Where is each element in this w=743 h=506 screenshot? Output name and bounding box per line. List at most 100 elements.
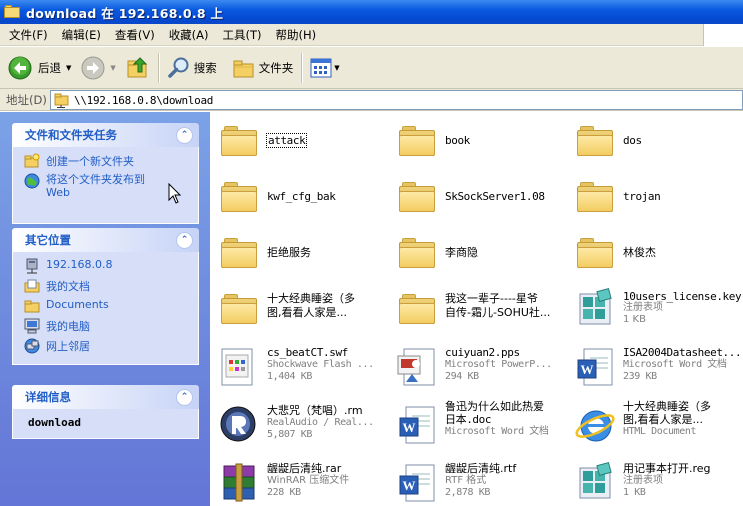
file-type: Microsoft PowerP... (445, 359, 552, 370)
menu-favorites[interactable]: 收藏(A) (162, 25, 216, 45)
folders-button[interactable]: 文件夹 (222, 51, 299, 85)
other-places-panel: 其它位置 ⌃ 192.168.0.8 我的文档 Documents 我的电脑 网… (12, 228, 199, 365)
file-name: book (445, 134, 470, 147)
views-button[interactable]: ▼ (305, 51, 344, 85)
file-name: 大悲咒（梵唱）.rm (267, 404, 363, 417)
registry-file-icon (574, 462, 616, 504)
chevron-down-icon[interactable]: ▼ (66, 64, 71, 72)
file-item[interactable]: 大悲咒（梵唱）.rm RealAudio / Real... 5,807 KB (210, 396, 388, 448)
folder-icon (396, 120, 438, 162)
svg-text:W: W (403, 478, 416, 493)
file-item[interactable]: 十大经典睡姿（多 图,看看人家是... (210, 280, 388, 332)
windows-logo-area (703, 24, 743, 46)
publish-web-task[interactable]: 将这个文件夹发布到 Web (24, 173, 190, 203)
collapse-icon[interactable]: ⌃ (176, 388, 193, 406)
search-label: 搜索 (193, 60, 217, 75)
up-folder-icon (127, 56, 147, 77)
place-network[interactable]: 网上邻居 (24, 338, 190, 358)
forward-button[interactable]: ▼ (76, 51, 120, 85)
folder-icon (396, 288, 438, 330)
task-label: 将这个文件夹发布到 (46, 173, 145, 186)
file-item[interactable]: 林俊杰 (566, 224, 743, 276)
file-item[interactable]: trojan (566, 168, 743, 220)
menu-tools[interactable]: 工具(T) (216, 25, 269, 45)
search-button[interactable]: 搜索 (162, 51, 222, 85)
place-my-computer[interactable]: 我的电脑 (24, 318, 190, 338)
file-item[interactable]: cuiyuan2.pps Microsoft PowerP... 294 KB (388, 338, 566, 390)
toolbar: 后退 ▼ ▼ 搜索 文件夹 ▼ (0, 47, 743, 89)
file-item[interactable]: W 龌龊后清纯.rtf RTF 格式 2,878 KB (388, 454, 566, 506)
folder-icon (396, 232, 438, 274)
folder-icon (574, 120, 616, 162)
file-name: kwf_cfg_bak (267, 190, 336, 203)
file-item[interactable]: book (388, 112, 566, 164)
folders-icon (233, 60, 254, 77)
svg-text:W: W (581, 362, 594, 377)
address-field[interactable]: \\192.168.0.8\download (50, 90, 743, 110)
panel-title: 详细信息 (25, 390, 71, 404)
title-bar: download 在 192.168.0.8 上 (0, 0, 743, 24)
network-drive-icon (26, 258, 38, 274)
file-name-line2: 日本.doc (445, 413, 492, 426)
collapse-icon[interactable]: ⌃ (176, 231, 193, 249)
place-server[interactable]: 192.168.0.8 (24, 258, 190, 278)
file-type: Microsoft Word 文档 (623, 359, 727, 370)
winrar-file-icon (218, 462, 260, 504)
chevron-down-icon[interactable]: ▼ (110, 64, 115, 72)
file-item[interactable]: 李商隐 (388, 224, 566, 276)
task-label: 创建一个新文件夹 (46, 155, 134, 168)
place-documents[interactable]: Documents (24, 298, 190, 318)
file-item[interactable]: 用记事本打开.reg 注册表项 1 KB (566, 454, 743, 506)
place-my-documents[interactable]: 我的文档 (24, 278, 190, 298)
task-label-line2: Web (46, 186, 70, 199)
flash-file-icon (218, 346, 260, 388)
file-item[interactable]: 10users_license.key 注册表项 1 KB (566, 280, 743, 332)
file-item[interactable]: W ISA2004Datasheet... Microsoft Word 文档 … (566, 338, 743, 390)
registry-file-icon (574, 288, 616, 330)
rtf-file-icon: W (396, 462, 438, 504)
file-item[interactable]: dos (566, 112, 743, 164)
panel-header[interactable]: 详细信息 ⌃ (12, 385, 199, 409)
folder-icon (4, 5, 20, 19)
menu-view[interactable]: 查看(V) (108, 25, 162, 45)
file-size: 5,807 KB (267, 429, 312, 440)
file-name-line2: 图,看看人家是... (623, 413, 703, 426)
network-folder-icon (54, 93, 69, 108)
file-type: Shockwave Flash ... (267, 359, 374, 370)
back-button[interactable]: 后退 ▼ (0, 51, 76, 85)
file-item[interactable]: 拒绝服务 (210, 224, 388, 276)
file-item[interactable]: kwf_cfg_bak (210, 168, 388, 220)
file-name-line2: 自传-霜儿-SOHU社... (445, 306, 551, 319)
address-label: 地址(D) (6, 92, 47, 107)
file-name: cs_beatCT.swf (267, 346, 348, 359)
file-name: 龌龊后清纯.rtf (445, 462, 517, 475)
file-name: 十大经典睡姿（多 (623, 400, 711, 413)
file-item[interactable]: cs_beatCT.swf Shockwave Flash ... 1,404 … (210, 338, 388, 390)
address-bar: 地址(D) \\192.168.0.8\download (0, 89, 743, 111)
menu-help[interactable]: 帮助(H) (269, 25, 324, 45)
file-item[interactable]: 龌龊后清纯.rar WinRAR 压缩文件 228 KB (210, 454, 388, 506)
panel-header[interactable]: 其它位置 ⌃ (12, 228, 199, 252)
file-item[interactable]: attack (210, 112, 388, 164)
file-item[interactable]: 十大经典睡姿（多 图,看看人家是... HTML Document (566, 396, 743, 448)
file-name: SkSockServer1.08 (445, 190, 545, 203)
chevron-down-icon[interactable]: ▼ (334, 64, 339, 72)
file-size: 228 KB (267, 487, 301, 498)
toolbar-separator (301, 52, 303, 83)
up-folder-button[interactable] (121, 51, 155, 85)
file-name: dos (623, 134, 642, 147)
my-documents-icon (24, 279, 40, 293)
file-size: 2,878 KB (445, 487, 490, 498)
collapse-icon[interactable]: ⌃ (176, 126, 193, 144)
file-name: 鲁迅为什么如此热爱 (445, 400, 544, 413)
place-label: 192.168.0.8 (46, 258, 113, 271)
panel-header[interactable]: 文件和文件夹任务 ⌃ (12, 123, 199, 147)
file-item[interactable]: 我这一辈子----星爷 自传-霜儿-SOHU社... (388, 280, 566, 332)
menu-edit[interactable]: 编辑(E) (55, 25, 108, 45)
file-size: 1 KB (623, 487, 646, 498)
menu-file[interactable]: 文件(F) (0, 25, 55, 45)
file-item[interactable]: W 鲁迅为什么如此热爱 日本.doc Microsoft Word 文档 (388, 396, 566, 448)
new-folder-task[interactable]: 创建一个新文件夹 (24, 153, 190, 173)
globe-icon (24, 173, 40, 189)
file-item[interactable]: SkSockServer1.08 (388, 168, 566, 220)
